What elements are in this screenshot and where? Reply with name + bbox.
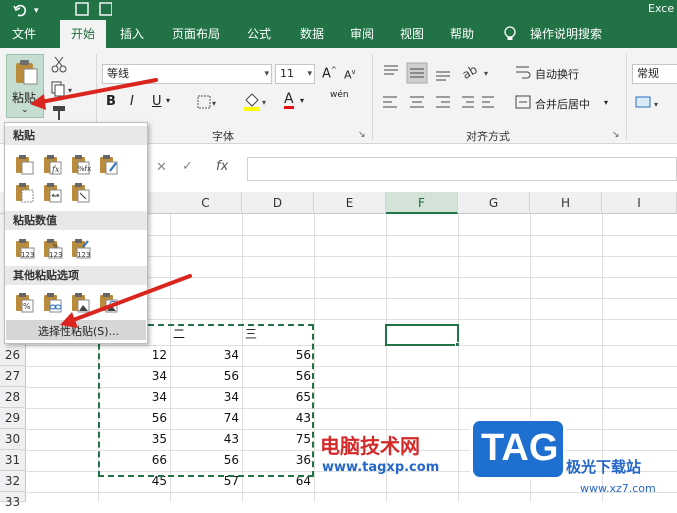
watermark-site-url: www.tagxp.com: [322, 460, 440, 475]
tag-logo-text: TAG: [481, 427, 559, 469]
annotation-arrows: [30, 78, 192, 328]
watermark-site-name: 电脑技术网: [320, 434, 420, 458]
arrow-to-paste-chevron: [30, 78, 158, 110]
arrow-to-paste-special: [60, 274, 192, 328]
tag-logo: TAG: [470, 418, 566, 480]
watermark-brand: 极光下载站: [566, 458, 642, 476]
watermark-brand-url: www.xz7.com: [580, 482, 656, 495]
